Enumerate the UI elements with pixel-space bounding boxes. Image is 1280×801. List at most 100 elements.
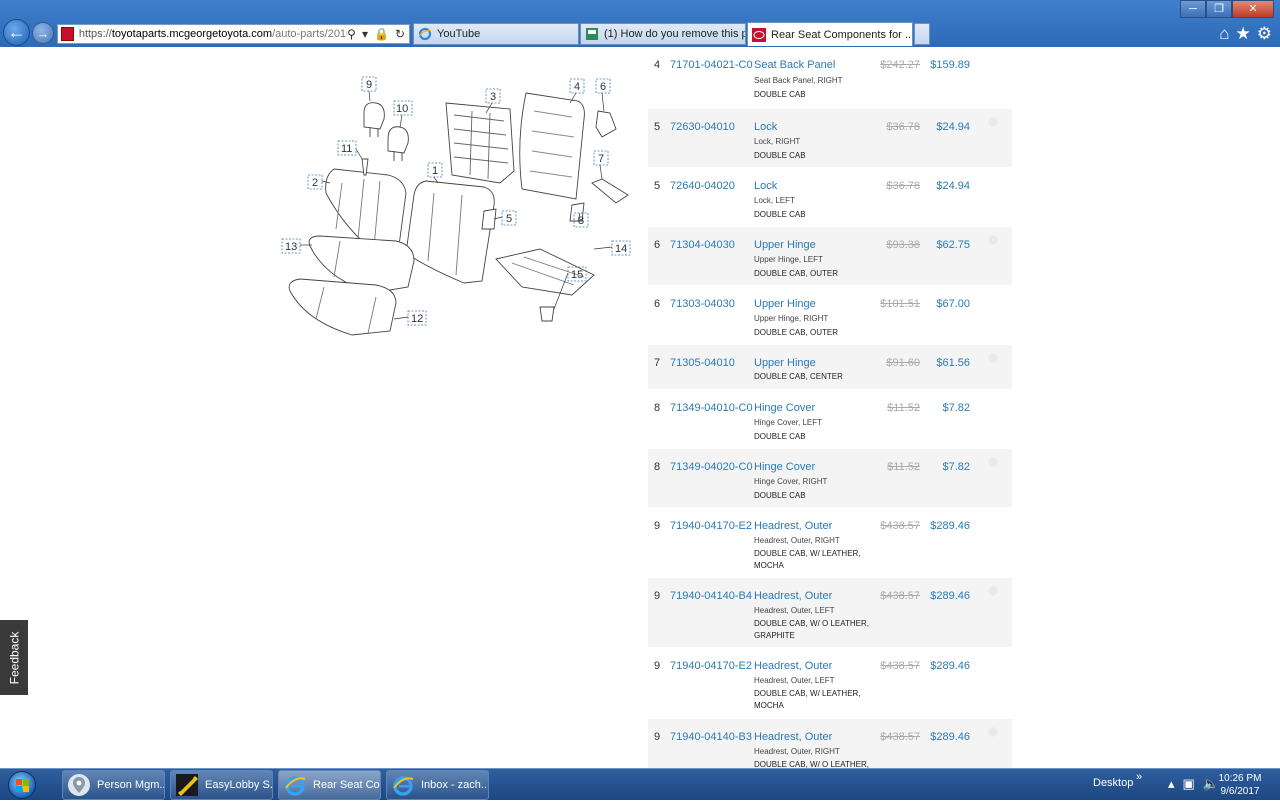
table-row[interactable]: 8 71349-04020-C0 Hinge Cover Hinge Cover… (648, 449, 1012, 508)
ie-icon (393, 776, 414, 796)
part-name-link[interactable]: Seat Back Panel (754, 59, 835, 71)
part-number-link[interactable]: 71303-04030 (670, 298, 735, 310)
feedback-tab[interactable]: Feedback (0, 620, 28, 695)
table-row[interactable]: 6 71304-04030 Upper Hinge Upper Hinge, L… (648, 227, 1012, 286)
favorites-star-icon[interactable]: ★ (1236, 24, 1251, 44)
part-number-link[interactable]: 71701-04021-C0 (670, 59, 753, 71)
select-radio[interactable] (988, 235, 998, 245)
table-row[interactable]: 7 71305-04010 Upper Hinge DOUBLE CAB, CE… (648, 345, 1012, 390)
browser-chrome: ─ ❐ ✕ ← → https:// toyotaparts.mcgeorget… (0, 0, 1280, 47)
system-clock[interactable]: 10:26 PM 9/6/2017 (1210, 772, 1270, 798)
close-window-button[interactable]: ✕ (1232, 0, 1274, 18)
part-name-link[interactable]: Lock (754, 121, 777, 133)
part-number-link[interactable]: 71305-04010 (670, 357, 735, 369)
select-radio[interactable] (988, 353, 998, 363)
part-description: Headrest, Outer, LEFT (754, 606, 835, 615)
callout-10: 10 (396, 103, 408, 115)
page-content: 9 10 3 4 6 1 2 11 5 7 8 13 14 15 12 4 71… (0, 47, 1280, 768)
network-icon[interactable]: ▣ (1183, 776, 1195, 792)
msrp-price: $93.38 (886, 239, 920, 251)
windows-taskbar: Person Mgm... EasyLobby S... Rear Seat C… (0, 768, 1280, 800)
part-name-link[interactable]: Upper Hinge (754, 298, 816, 310)
minimize-button[interactable]: ─ (1180, 0, 1206, 18)
sale-price: $67.00 (936, 298, 970, 310)
part-number-link[interactable]: 71349-04010-C0 (670, 402, 753, 414)
msrp-price: $438.57 (880, 590, 920, 602)
table-row[interactable]: 5 72630-04010 Lock Lock, RIGHT DOUBLE CA… (648, 109, 1012, 168)
table-row[interactable]: 9 71940-04170-E2 Headrest, Outer Headres… (648, 508, 1012, 578)
tab-forum[interactable]: (1) How do you remove this pa... (580, 23, 746, 45)
restore-button[interactable]: ❐ (1206, 0, 1232, 18)
select-radio[interactable] (988, 457, 998, 467)
table-row[interactable]: 9 71940-04140-B4 Headrest, Outer Headres… (648, 578, 1012, 648)
part-number-link[interactable]: 71940-04140-B3 (670, 731, 752, 743)
easylobby-icon (176, 774, 198, 796)
tab-rear-seat[interactable]: Rear Seat Components for ... ✕ (747, 22, 913, 46)
windows-logo-icon (8, 771, 36, 799)
table-row[interactable]: 4 71701-04021-C0 Seat Back Panel Seat Ba… (648, 47, 1012, 109)
show-hidden-icons-icon[interactable]: ▴ (1168, 776, 1175, 792)
gear-icon[interactable]: ⚙ (1257, 24, 1272, 44)
part-number-link[interactable]: 71940-04170-E2 (670, 660, 752, 672)
table-row[interactable]: 6 71303-04030 Upper Hinge Upper Hinge, R… (648, 286, 1012, 345)
msrp-price: $91.60 (886, 357, 920, 369)
refresh-icon[interactable]: ↻ (395, 27, 405, 41)
part-name-link[interactable]: Headrest, Outer (754, 660, 832, 672)
url-path: /auto-parts/2016/ (272, 28, 348, 40)
part-description: Hinge Cover, LEFT (754, 418, 823, 427)
part-detail: DOUBLE CAB (754, 432, 806, 441)
start-button[interactable] (2, 769, 42, 801)
ie-icon (418, 27, 432, 41)
ref-number: 8 (654, 402, 661, 414)
feedback-label: Feedback (7, 631, 22, 684)
callout-6: 6 (600, 81, 606, 93)
part-name-link[interactable]: Upper Hinge (754, 357, 816, 369)
part-description: Lock, LEFT (754, 196, 795, 205)
part-name-link[interactable]: Hinge Cover (754, 461, 815, 473)
part-number-link[interactable]: 71940-04170-E2 (670, 520, 752, 532)
part-number-link[interactable]: 72630-04010 (670, 121, 735, 133)
search-icon[interactable]: ⚲ (347, 27, 356, 41)
new-tab-button[interactable] (914, 23, 930, 45)
select-radio[interactable] (988, 727, 998, 737)
part-number-link[interactable]: 72640-04020 (670, 180, 735, 192)
back-button[interactable]: ← (3, 19, 30, 46)
select-radio[interactable] (988, 586, 998, 596)
table-row[interactable]: 8 71349-04010-C0 Hinge Cover Hinge Cover… (648, 390, 1012, 449)
part-number-link[interactable]: 71304-04030 (670, 239, 735, 251)
home-icon[interactable]: ⌂ (1219, 24, 1229, 44)
lock-icon[interactable]: 🔒 (374, 27, 389, 41)
part-detail: DOUBLE CAB (754, 90, 806, 99)
sale-price: $62.75 (936, 239, 970, 251)
forum-icon (586, 28, 598, 40)
msrp-price: $438.57 (880, 660, 920, 672)
part-detail: DOUBLE CAB, OUTER (754, 269, 839, 278)
table-row[interactable]: 5 72640-04020 Lock Lock, LEFT DOUBLE CAB… (648, 168, 1012, 227)
ref-number: 9 (654, 520, 661, 532)
forward-button[interactable]: → (32, 22, 54, 44)
table-row[interactable]: 9 71940-04170-E2 Headrest, Outer Headres… (648, 648, 1012, 719)
chevron-right-icon[interactable]: » (1136, 771, 1142, 783)
part-description: Upper Hinge, RIGHT (754, 314, 829, 323)
part-name-link[interactable]: Headrest, Outer (754, 731, 832, 743)
part-name-link[interactable]: Hinge Cover (754, 402, 815, 414)
table-row[interactable]: 9 71940-04140-B3 Headrest, Outer Headres… (648, 719, 1012, 768)
taskbar-item-easylobby[interactable]: EasyLobby S... (170, 770, 273, 800)
dropdown-icon[interactable]: ▾ (362, 27, 368, 41)
tab-youtube[interactable]: YouTube (413, 23, 579, 45)
sale-price: $159.89 (930, 59, 970, 71)
part-number-link[interactable]: 71940-04140-B4 (670, 590, 752, 602)
address-bar[interactable]: https:// toyotaparts.mcgeorgetoyota.com … (57, 24, 410, 44)
taskbar-item-rear-seat[interactable]: Rear Seat Co... (278, 770, 381, 800)
part-name-link[interactable]: Lock (754, 180, 777, 192)
desktop-toolbar-label[interactable]: Desktop (1093, 777, 1133, 789)
taskbar-item-inbox[interactable]: Inbox - zach... (386, 770, 489, 800)
select-radio[interactable] (988, 117, 998, 127)
taskbar-item-person-mgmt[interactable]: Person Mgm... (62, 770, 165, 800)
part-name-link[interactable]: Headrest, Outer (754, 590, 832, 602)
part-detail: DOUBLE CAB, W/ O LEATHER, GRAPHITE (754, 619, 869, 640)
part-name-link[interactable]: Upper Hinge (754, 239, 816, 251)
part-name-link[interactable]: Headrest, Outer (754, 520, 832, 532)
part-description: Lock, RIGHT (754, 137, 801, 146)
part-number-link[interactable]: 71349-04020-C0 (670, 461, 753, 473)
